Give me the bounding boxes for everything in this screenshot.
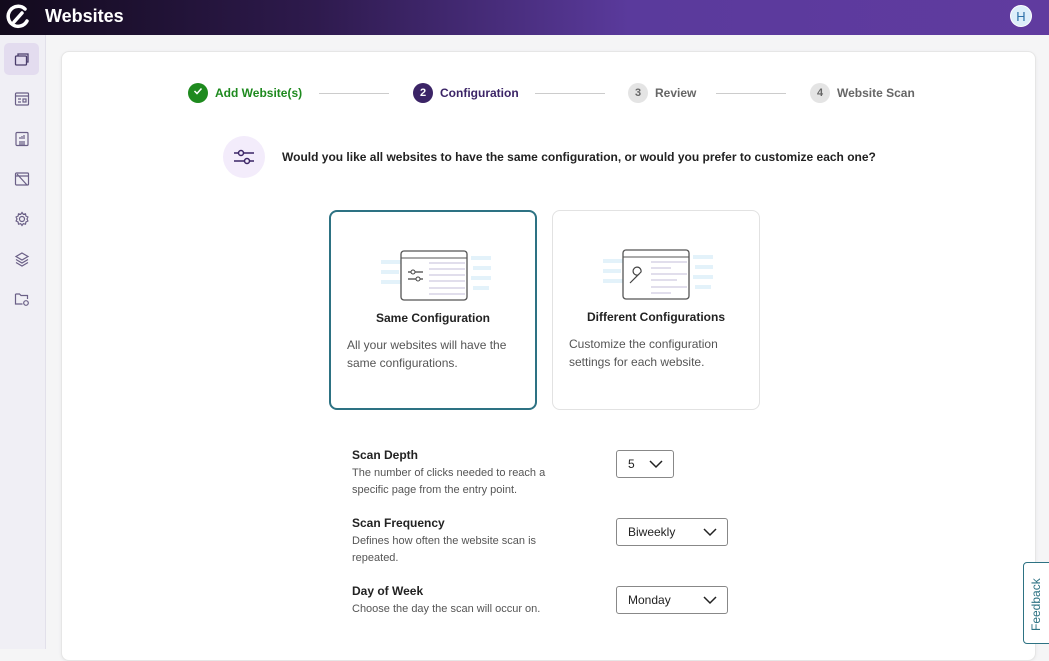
- chevron-down-icon: [703, 528, 717, 537]
- step-number: 2: [413, 83, 433, 103]
- scan-depth-description: The number of clicks needed to reach a s…: [352, 467, 546, 496]
- check-icon: [188, 83, 208, 103]
- selected-value: Biweekly: [628, 525, 676, 539]
- step-label: Configuration: [440, 86, 519, 100]
- folder-settings-icon: [14, 293, 29, 306]
- step-connector: [716, 93, 786, 94]
- chevron-down-icon: [649, 460, 663, 469]
- scan-frequency-description: Defines how often the website scan is re…: [352, 535, 537, 564]
- step-review[interactable]: 3 Review: [628, 83, 696, 103]
- scan-frequency-select[interactable]: Biweekly: [616, 518, 728, 546]
- sidebar-item-folder-settings[interactable]: [4, 283, 39, 315]
- sidebar-item-broken-links[interactable]: [4, 163, 39, 195]
- window-wrench-illustration: [603, 249, 713, 300]
- feedback-label: Feedback: [1029, 578, 1043, 631]
- sidebar-item-reports[interactable]: [4, 123, 39, 155]
- sliders-icon: [223, 136, 265, 178]
- day-of-week-select[interactable]: Monday: [616, 586, 728, 614]
- option-same-configuration[interactable]: Same Configuration All your websites wil…: [329, 210, 537, 410]
- window-sliders-illustration: [381, 250, 491, 301]
- scan-depth-select[interactable]: 5: [616, 450, 674, 478]
- scan-frequency-label: Scan Frequency: [352, 516, 445, 530]
- selected-value: Monday: [628, 593, 671, 607]
- step-add-websites[interactable]: Add Website(s): [188, 83, 302, 103]
- sidebar-item-settings[interactable]: [4, 203, 39, 235]
- layers-icon: [14, 252, 29, 267]
- step-number: 4: [810, 83, 830, 103]
- sidebar: [0, 35, 46, 649]
- option-description: Customize the configuration settings for…: [569, 337, 718, 369]
- step-label: Website Scan: [837, 86, 915, 100]
- step-configuration[interactable]: 2 Configuration: [413, 83, 519, 103]
- sidebar-item-websites[interactable]: [4, 43, 39, 75]
- sidebar-item-dashboard[interactable]: [4, 83, 39, 115]
- websites-icon: [14, 53, 29, 66]
- step-label: Add Website(s): [215, 86, 303, 100]
- feedback-button[interactable]: Feedback: [1023, 562, 1049, 644]
- top-bar: Websites H: [0, 0, 1049, 35]
- reports-icon: [14, 131, 29, 147]
- sidebar-item-layers[interactable]: [4, 243, 39, 275]
- user-avatar[interactable]: H: [1010, 5, 1032, 27]
- scan-depth-label: Scan Depth: [352, 448, 419, 462]
- option-description: All your websites will have the same con…: [347, 338, 507, 370]
- option-title: Different Configurations: [587, 310, 725, 324]
- broken-window-icon: [14, 172, 29, 186]
- step-number: 3: [628, 83, 648, 103]
- configuration-question: Would you like all websites to have the …: [282, 150, 876, 164]
- settings-icon: [14, 211, 29, 227]
- app-title: Websites: [45, 6, 124, 26]
- step-connector: [535, 93, 605, 94]
- step-label: Review: [655, 86, 697, 100]
- dashboard-icon: [14, 92, 29, 106]
- app-logo-icon[interactable]: [5, 4, 33, 30]
- option-different-configurations[interactable]: Different Configurations Customize the c…: [552, 210, 760, 410]
- step-website-scan[interactable]: 4 Website Scan: [810, 83, 915, 103]
- day-of-week-label: Day of Week: [352, 584, 424, 598]
- chevron-down-icon: [703, 596, 717, 605]
- step-connector: [319, 93, 389, 94]
- option-title: Same Configuration: [375, 311, 490, 325]
- day-of-week-description: Choose the day the scan will occur on.: [352, 603, 541, 615]
- selected-value: 5: [628, 457, 635, 471]
- wizard-card: [61, 51, 1036, 661]
